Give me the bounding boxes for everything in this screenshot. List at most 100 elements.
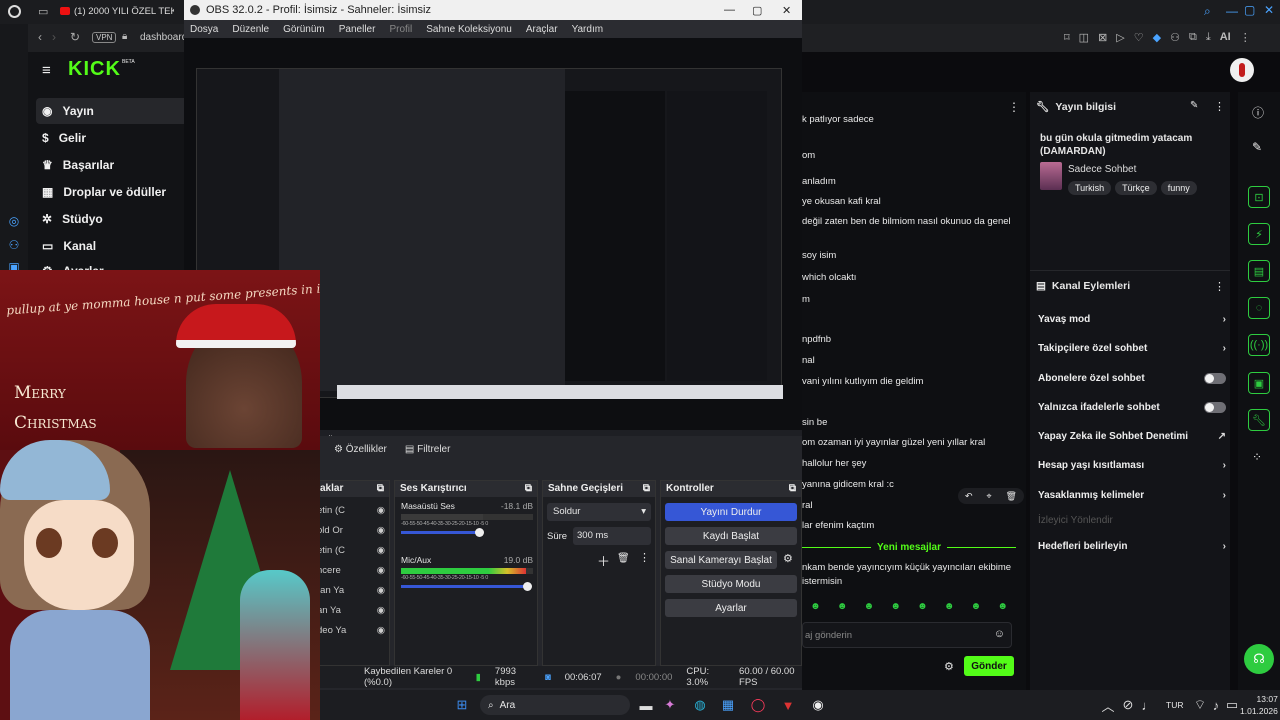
emote-icon[interactable]: ☻	[971, 601, 982, 612]
pin-icon[interactable]: ⌖	[987, 491, 992, 502]
source-item[interactable]: etin (C ◉	[317, 541, 389, 561]
search-icon[interactable]: ⌕	[1204, 4, 1211, 19]
volume-slider[interactable]	[401, 582, 532, 591]
dock-undock-icon[interactable]: ⧉	[525, 481, 532, 497]
broadcast-icon[interactable]: ((·))	[1248, 334, 1270, 356]
menu-sahne-koleksiyonu[interactable]: Sahne Koleksiyonu	[426, 24, 512, 35]
source-item[interactable]: an Ya ◉	[317, 601, 389, 621]
language-indicator[interactable]: TUR	[1166, 700, 1183, 710]
dock-undock-icon[interactable]: ⧉	[789, 481, 796, 497]
visibility-eye-icon[interactable]: ◉	[377, 561, 385, 581]
taskbar-search[interactable]: ⌕ Ara	[480, 695, 630, 715]
menu-gorunum[interactable]: Görünüm	[283, 24, 325, 35]
mic-icon[interactable]: ♩	[1140, 697, 1156, 713]
send-button[interactable]: Gönder	[964, 656, 1014, 676]
slider-handle[interactable]	[522, 582, 532, 591]
visibility-eye-icon[interactable]: ◉	[377, 601, 385, 621]
chat-message[interactable]: ye okusan kafi kral	[802, 196, 881, 207]
obs-close-button[interactable]: ✕	[782, 4, 791, 17]
start-virtual-camera-button[interactable]: Sanal Kamerayı Başlat	[665, 551, 777, 569]
more-icon[interactable]: ⋮	[1214, 100, 1225, 113]
copilot-icon[interactable]: ✦	[662, 697, 678, 713]
chat-message[interactable]: lar efenim kaçtım	[802, 520, 874, 531]
bookmark-icon[interactable]: ⌑	[1064, 31, 1070, 44]
chat-message[interactable]: om ozaman iyi yayınlar güzel yeni yıllar…	[802, 437, 985, 448]
more-icon[interactable]: ⋮	[1008, 100, 1020, 114]
chat-message[interactable]: nkam bende yayıncıyım küçük yayıncıları …	[802, 562, 1011, 573]
play-icon[interactable]: ▷	[1116, 31, 1124, 44]
virtual-camera-settings-icon[interactable]: ⚙	[783, 552, 793, 565]
visibility-eye-icon[interactable]: ◉	[377, 501, 385, 521]
reload-icon[interactable]: ↻	[70, 30, 80, 44]
chat-message[interactable]: vani yılını kutlıyım die geldim	[802, 376, 923, 387]
emote-icon[interactable]: ☻	[997, 601, 1008, 612]
wrench-icon[interactable]: 🔧︎	[1248, 409, 1270, 431]
chat-message[interactable]: npdfnb	[802, 334, 831, 345]
camera-icon[interactable]: ◫	[1079, 31, 1089, 44]
add-transition-icon[interactable]: ＋	[597, 551, 610, 570]
menu-profil[interactable]: Profil	[389, 24, 412, 35]
action-account-age[interactable]: Hesap yaşı kısıtlaması ›	[1038, 460, 1226, 471]
chat-message[interactable]: which olcaktı	[802, 272, 856, 283]
action-set-goals[interactable]: Hedefleri belirleyin ›	[1038, 541, 1226, 552]
menu-duzenle[interactable]: Düzenle	[232, 24, 269, 35]
chat-message[interactable]: k patlıyor sadece	[802, 114, 874, 125]
settings-button[interactable]: Ayarlar	[665, 599, 797, 617]
emote-icon[interactable]: ☻	[890, 601, 901, 612]
chat-input[interactable]: aj gönderin ☺	[802, 622, 1012, 648]
file-explorer-icon[interactable]: ▬	[638, 697, 654, 713]
chat-message[interactable]: yanına gidicem kral :c	[802, 479, 894, 490]
chevron-up-icon[interactable]: ︿	[1100, 697, 1116, 714]
url-field[interactable]: dashboard	[140, 32, 187, 43]
tag[interactable]: Turkish	[1068, 181, 1112, 195]
action-followers-only[interactable]: Takipçilere özel sohbet ›	[1038, 343, 1226, 354]
visibility-eye-icon[interactable]: ◉	[377, 581, 385, 601]
puzzle-icon[interactable]: ⧉	[1189, 31, 1197, 44]
extension-kick-icon[interactable]: ◆	[1153, 31, 1161, 44]
dock-undock-icon[interactable]: ⧉	[377, 481, 384, 497]
vpn-badge[interactable]: VPN	[92, 32, 117, 43]
delete-transition-icon[interactable]: 🗑︎	[617, 553, 630, 564]
heart-icon[interactable]: ♡	[1134, 31, 1144, 44]
pencil-icon[interactable]: ✎	[1252, 140, 1262, 154]
action-slow-mode[interactable]: Yavaş mod ›	[1038, 314, 1226, 325]
emote-icon[interactable]: ☻	[917, 601, 928, 612]
emote-icon[interactable]: ☻	[837, 601, 848, 612]
store-icon[interactable]: ▦	[720, 697, 736, 713]
stop-streaming-button[interactable]: Yayını Durdur	[665, 503, 797, 521]
action-ai-moderation[interactable]: Yapay Zeka ile Sohbet Denetimi ↗	[1038, 431, 1226, 442]
source-item[interactable]: ran Ya ◉	[317, 581, 389, 601]
reply-icon[interactable]: ↶	[965, 491, 973, 502]
browser-tab-title[interactable]: (1) 2000 YILI ÖZEL TEKİN	[74, 6, 174, 17]
chat-message[interactable]: nal	[802, 355, 815, 366]
ai-icon[interactable]: AI	[1220, 31, 1231, 44]
emotes-only-toggle[interactable]	[1204, 402, 1226, 413]
menu-icon[interactable]: ≡	[42, 62, 51, 79]
more-icon[interactable]: ⋮	[639, 551, 650, 564]
support-button[interactable]: ☊	[1244, 644, 1274, 674]
volume-icon[interactable]: ♪	[1208, 697, 1224, 713]
volume-slider[interactable]	[401, 528, 485, 537]
chat-message[interactable]: istermisin	[802, 576, 842, 587]
transition-select[interactable]: Soldur ▾	[547, 503, 651, 521]
source-item[interactable]: deo Ya ◉	[317, 621, 389, 641]
delete-icon[interactable]: 🗑︎	[1006, 491, 1017, 502]
extensions-icon[interactable]: ⚇	[1170, 31, 1180, 44]
back-icon[interactable]: ‹	[38, 30, 42, 44]
kick-avatar-button[interactable]	[1230, 58, 1254, 82]
minimize-window-button[interactable]: —	[1226, 4, 1238, 18]
visibility-eye-icon[interactable]: ◉	[377, 621, 385, 641]
chat-settings-icon[interactable]: ⚙	[944, 660, 954, 673]
chat-bubble-icon[interactable]: ◌	[1248, 297, 1270, 319]
contacts-icon[interactable]: ⚇	[7, 238, 21, 252]
chat-message[interactable]: m	[802, 294, 810, 305]
source-item[interactable]: etin (C ◉	[317, 501, 389, 521]
menu-dosya[interactable]: Dosya	[190, 24, 218, 35]
chat-message[interactable]: anladım	[802, 176, 836, 187]
messenger-icon[interactable]: ◎	[7, 214, 21, 228]
screenshot-icon[interactable]: ⊠	[1098, 31, 1107, 44]
lightning-icon[interactable]: ⚡︎	[1248, 223, 1270, 245]
obs-taskbar-icon[interactable]: ◉	[810, 697, 826, 713]
action-emotes-only[interactable]: Yalnızca ifadelerle sohbet	[1038, 402, 1226, 413]
chat-message[interactable]: sin be	[802, 417, 827, 428]
